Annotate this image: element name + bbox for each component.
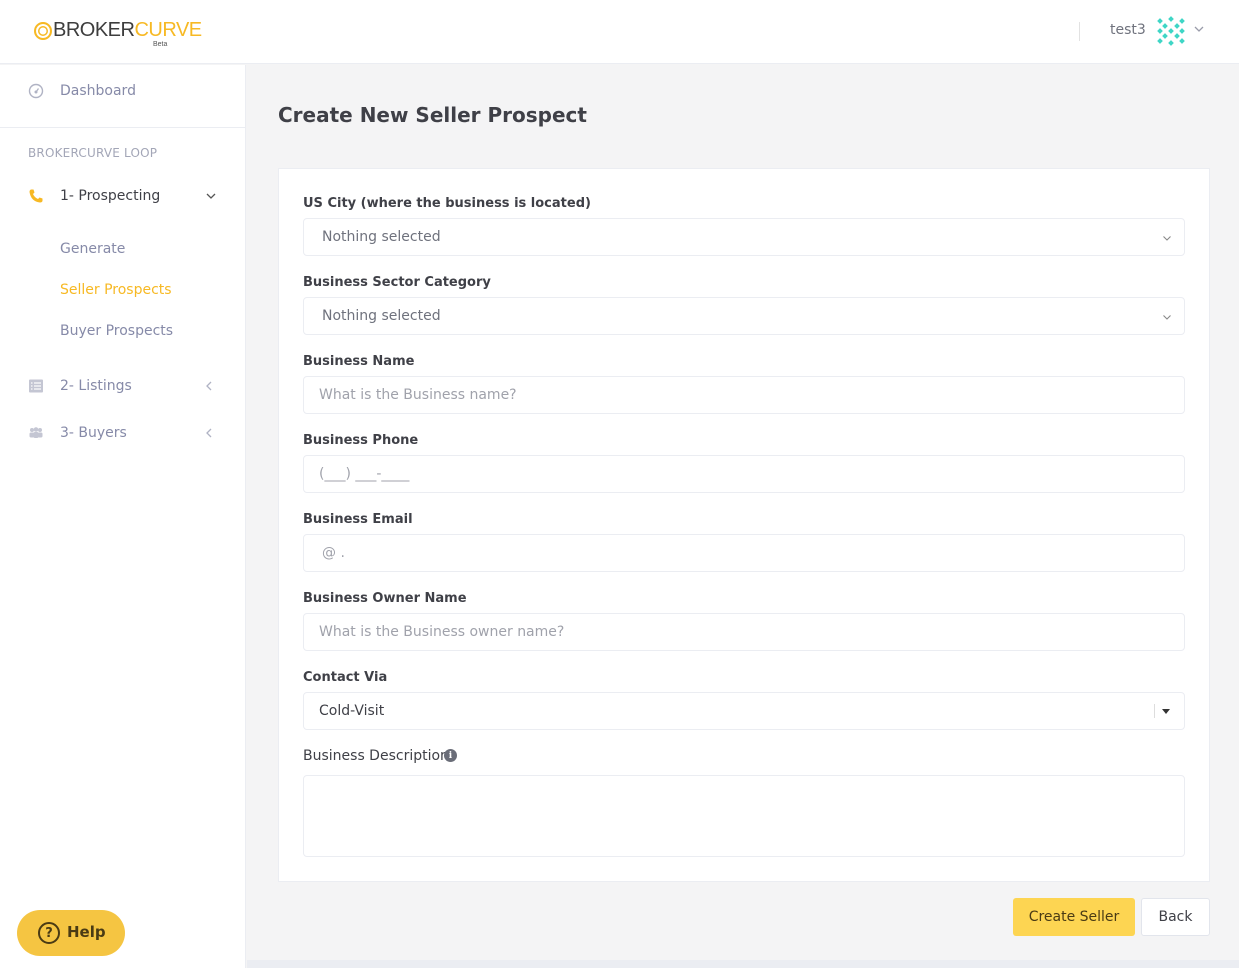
owner-name-label: Business Owner Name bbox=[303, 591, 467, 606]
sidebar-item-label: 2- Listings bbox=[60, 378, 132, 394]
dashboard-gauge-icon bbox=[27, 82, 45, 100]
sidebar-subitem-generate[interactable]: Generate bbox=[60, 241, 125, 257]
list-icon bbox=[27, 377, 45, 395]
help-label: Help bbox=[67, 923, 106, 941]
logo-text-curve: CURVE bbox=[134, 19, 202, 41]
contact-via-value: Cold-Visit bbox=[319, 703, 385, 719]
top-header: BROKER CURVE Beta test3 bbox=[0, 0, 1239, 64]
business-name-label: Business Name bbox=[303, 354, 415, 369]
contact-via-label: Contact Via bbox=[303, 670, 388, 685]
phone-placeholder: (___) ___-____ bbox=[319, 466, 410, 482]
chevron-down-icon[interactable] bbox=[1193, 23, 1205, 35]
owner-name-input[interactable]: What is the Business owner name? bbox=[303, 613, 1185, 651]
sidebar-item-label: 3- Buyers bbox=[60, 425, 127, 441]
create-seller-button[interactable]: Create Seller bbox=[1013, 898, 1135, 936]
sidebar: Dashboard BROKERCURVE LOOP 1- Prospectin… bbox=[0, 65, 246, 968]
email-input[interactable]: @ . bbox=[303, 534, 1185, 572]
logo-ring-icon bbox=[34, 21, 52, 40]
phone-icon bbox=[27, 187, 45, 205]
email-placeholder: @ . bbox=[322, 545, 345, 561]
user-avatar-icon[interactable] bbox=[1156, 16, 1186, 46]
caret-down-icon bbox=[1162, 709, 1170, 714]
sector-select[interactable]: Nothing selected bbox=[303, 297, 1185, 335]
city-select[interactable]: Nothing selected bbox=[303, 218, 1185, 256]
chevron-down-icon bbox=[1163, 315, 1171, 320]
chevron-down-icon bbox=[206, 193, 216, 199]
sidebar-divider bbox=[0, 127, 246, 128]
header-divider bbox=[1079, 22, 1080, 41]
info-icon[interactable]: i bbox=[444, 749, 457, 762]
contact-via-select[interactable]: Cold-Visit bbox=[303, 692, 1185, 730]
logo-text-broker: BROKER bbox=[53, 19, 135, 41]
chevron-left-icon bbox=[206, 381, 212, 391]
city-label: US City (where the business is located) bbox=[303, 196, 591, 211]
help-button[interactable]: ? Help bbox=[17, 910, 125, 956]
username[interactable]: test3 bbox=[1110, 22, 1146, 38]
business-name-input[interactable]: What is the Business name? bbox=[303, 376, 1185, 414]
chevron-down-icon bbox=[1163, 236, 1171, 241]
page-title: Create New Seller Prospect bbox=[278, 103, 587, 127]
sidebar-item-listings[interactable]: 2- Listings bbox=[0, 366, 246, 406]
sidebar-subitem-seller-prospects[interactable]: Seller Prospects bbox=[60, 282, 172, 298]
owner-name-placeholder: What is the Business owner name? bbox=[319, 624, 565, 640]
sidebar-section-title: BROKERCURVE LOOP bbox=[28, 146, 158, 160]
brokercurve-logo[interactable]: BROKER CURVE Beta bbox=[34, 19, 202, 48]
back-button[interactable]: Back bbox=[1141, 898, 1210, 936]
phone-input[interactable]: (___) ___-____ bbox=[303, 455, 1185, 493]
sector-label: Business Sector Category bbox=[303, 275, 491, 290]
email-label: Business Email bbox=[303, 512, 413, 527]
beta-badge: Beta bbox=[153, 41, 168, 48]
sidebar-item-dashboard[interactable]: Dashboard bbox=[0, 71, 246, 111]
sidebar-item-label: Dashboard bbox=[60, 83, 136, 99]
sidebar-subitem-buyer-prospects[interactable]: Buyer Prospects bbox=[60, 323, 173, 339]
description-label: Business Description bbox=[303, 748, 449, 764]
phone-label: Business Phone bbox=[303, 433, 419, 448]
sidebar-item-prospecting[interactable]: 1- Prospecting bbox=[0, 176, 246, 216]
question-circle-icon: ? bbox=[38, 922, 60, 944]
chevron-left-icon bbox=[206, 428, 212, 438]
business-name-placeholder: What is the Business name? bbox=[319, 387, 517, 403]
sidebar-item-label: 1- Prospecting bbox=[60, 188, 161, 204]
sector-select-value: Nothing selected bbox=[322, 308, 441, 324]
description-textarea[interactable] bbox=[303, 775, 1185, 857]
dropdown-divider bbox=[1154, 704, 1155, 718]
city-select-value: Nothing selected bbox=[322, 229, 441, 245]
footer-strip bbox=[247, 960, 1239, 968]
sidebar-item-buyers[interactable]: 3- Buyers bbox=[0, 413, 246, 453]
users-group-icon bbox=[27, 424, 45, 442]
